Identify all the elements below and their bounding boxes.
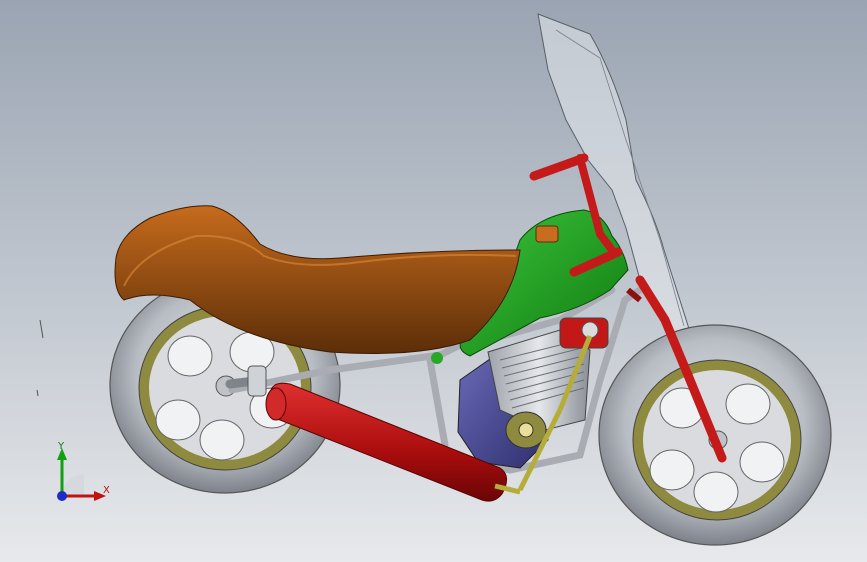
- sketch-line: [39, 319, 44, 339]
- y-axis-label: Y: [58, 441, 65, 452]
- x-axis-label: X: [103, 485, 110, 496]
- view-triad: Y X: [40, 438, 120, 508]
- motorcycle-model[interactable]: [0, 0, 867, 562]
- triad-graphic: [57, 448, 106, 501]
- z-axis-dot-icon: [57, 491, 67, 501]
- sketch-line: [36, 389, 39, 397]
- graphics-viewport[interactable]: Y X: [0, 0, 867, 562]
